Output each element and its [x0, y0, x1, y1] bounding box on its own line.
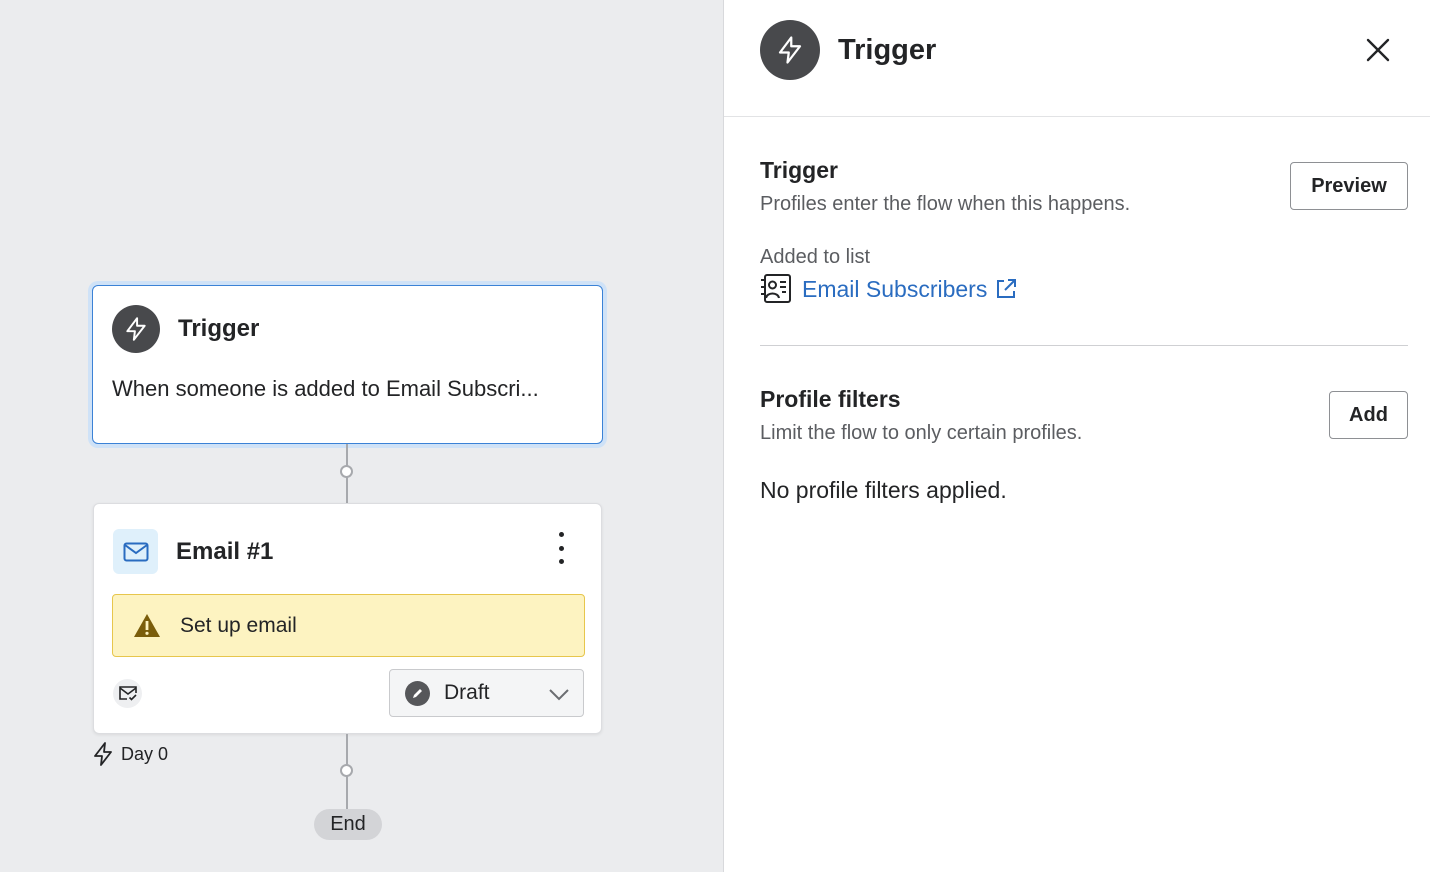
- header-divider: [724, 116, 1430, 117]
- add-step-handle[interactable]: [340, 764, 353, 777]
- setup-warning-text: Set up email: [180, 613, 297, 637]
- add-step-handle[interactable]: [340, 465, 353, 478]
- warning-icon: [134, 614, 160, 637]
- list-name[interactable]: Email Subscribers: [802, 276, 987, 303]
- contact-list-icon: [761, 274, 791, 303]
- more-options-icon[interactable]: [551, 532, 571, 564]
- trigger-node[interactable]: Trigger When someone is added to Email S…: [92, 285, 603, 444]
- delay-label-text: Day 0: [121, 743, 169, 764]
- filters-empty-text: No profile filters applied.: [760, 477, 1007, 503]
- lightning-outline-icon: [94, 742, 112, 766]
- end-node: End: [314, 809, 382, 840]
- trigger-type-label: Added to list: [760, 246, 871, 268]
- lightning-icon: [112, 305, 160, 353]
- status-select-value: Draft: [444, 681, 490, 704]
- email-node-title: Email #1: [176, 537, 274, 565]
- external-link-icon[interactable]: [995, 278, 1017, 300]
- add-filter-button[interactable]: Add: [1329, 391, 1408, 439]
- list-link[interactable]: Email Subscribers: [760, 274, 1017, 304]
- filters-section-subtitle: Limit the flow to only certain profiles.: [760, 422, 1083, 444]
- lightning-icon: [760, 20, 820, 80]
- pencil-icon: [405, 680, 430, 706]
- email-node[interactable]: Email #1 Set up email Draft: [93, 503, 602, 734]
- status-select[interactable]: Draft: [389, 669, 584, 717]
- trigger-node-description: When someone is added to Email Subscri..…: [112, 376, 539, 401]
- chevron-down-icon: [549, 689, 569, 701]
- delay-label: Day 0: [93, 742, 168, 766]
- mail-check-icon: [113, 679, 142, 708]
- preview-button[interactable]: Preview: [1290, 162, 1408, 210]
- trigger-section-title: Trigger: [760, 157, 838, 183]
- close-icon[interactable]: [1364, 36, 1392, 64]
- trigger-node-title: Trigger: [178, 315, 260, 342]
- section-divider: [760, 345, 1408, 346]
- setup-warning-banner[interactable]: Set up email: [112, 594, 585, 657]
- flow-canvas[interactable]: Trigger When someone is added to Email S…: [0, 0, 723, 872]
- mail-icon: [113, 529, 158, 574]
- trigger-section-subtitle: Profiles enter the flow when this happen…: [760, 193, 1131, 215]
- panel-title: Trigger: [838, 33, 937, 66]
- trigger-panel: Trigger Trigger Profiles enter the flow …: [724, 0, 1430, 872]
- filters-section-title: Profile filters: [760, 386, 901, 412]
